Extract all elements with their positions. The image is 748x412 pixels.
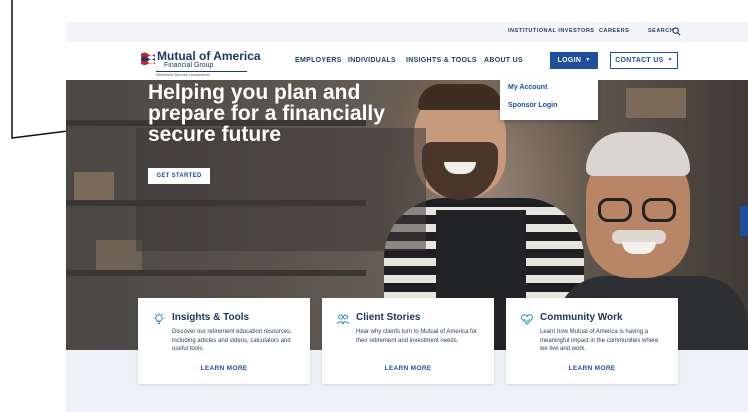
logo-tagline: Retirement Services • Investments (156, 73, 210, 77)
nav-about-us[interactable]: ABOUT US (484, 57, 523, 64)
login-button[interactable]: LOGIN ▼ (550, 52, 598, 69)
logo-divider (156, 71, 247, 72)
login-label: LOGIN (557, 57, 582, 64)
nav-employers[interactable]: EMPLOYERS (295, 57, 342, 64)
card-title: Community Work (540, 312, 623, 323)
lightbulb-icon (153, 312, 165, 324)
flag-icon (141, 52, 155, 65)
get-started-button[interactable]: GET STARTED (148, 168, 210, 184)
nav-individuals[interactable]: INDIVIDUALS (348, 57, 396, 64)
hero-photo-person2-hair (586, 132, 690, 176)
menu-item-my-account[interactable]: My Account (508, 84, 547, 91)
card-description: Discover our retirement education resour… (172, 329, 292, 352)
card-client-stories: Client Stories Hear why clients turn to … (322, 298, 494, 384)
utility-bar: INSTITUTIONAL INVESTORS CAREERS SEARCH (66, 22, 748, 42)
card-description: Learn how Mutual of America is having a … (540, 329, 659, 352)
hero-text-panel (136, 128, 426, 251)
hero-photo-glasses (642, 198, 676, 222)
background-box (74, 172, 114, 200)
careers-link[interactable]: CAREERS (599, 28, 629, 34)
people-icon (336, 314, 350, 325)
contact-label: CONTACT US (615, 57, 664, 64)
website-frame: INSTITUTIONAL INVESTORS CAREERS SEARCH M… (66, 22, 748, 412)
heart-hands-icon (520, 314, 534, 325)
background-shelf (66, 270, 366, 276)
card-insights-tools: Insights & Tools Discover our retirement… (138, 298, 310, 384)
card-community-work: Community Work Learn how Mutual of Ameri… (506, 298, 678, 384)
menu-item-sponsor-login[interactable]: Sponsor Login (508, 102, 557, 109)
login-dropdown-menu: My Account Sponsor Login (500, 78, 598, 120)
search-icon[interactable] (672, 27, 681, 36)
hero-title: Helping you plan and prepare for a finan… (148, 81, 385, 146)
learn-more-link[interactable]: LEARN MORE (506, 365, 678, 372)
card-title: Insights & Tools (172, 312, 250, 323)
learn-more-link[interactable]: LEARN MORE (138, 365, 310, 372)
card-description: Hear why clients turn to Mutual of Ameri… (356, 329, 478, 344)
hero-photo-glasses (598, 198, 632, 222)
search-link[interactable]: SEARCH (648, 28, 674, 34)
contact-us-button[interactable]: CONTACT US ▼ (610, 52, 678, 69)
logo[interactable]: Mutual of America Financial Group Retire… (140, 49, 261, 81)
logo-subtitle: Financial Group (164, 62, 214, 69)
nav-insights-tools[interactable]: INSIGHTS & TOOLS (406, 57, 477, 64)
card-title: Client Stories (356, 312, 421, 323)
background-box (626, 88, 686, 118)
chevron-down-icon: ▼ (585, 57, 591, 63)
chevron-down-icon: ▼ (667, 57, 673, 63)
feedback-side-tab[interactable] (740, 206, 748, 236)
institutional-investors-link[interactable]: INSTITUTIONAL INVESTORS (508, 28, 594, 34)
hero-photo-person1-hair (418, 84, 502, 110)
learn-more-link[interactable]: LEARN MORE (322, 365, 494, 372)
logo-name: Mutual of America (157, 49, 261, 63)
